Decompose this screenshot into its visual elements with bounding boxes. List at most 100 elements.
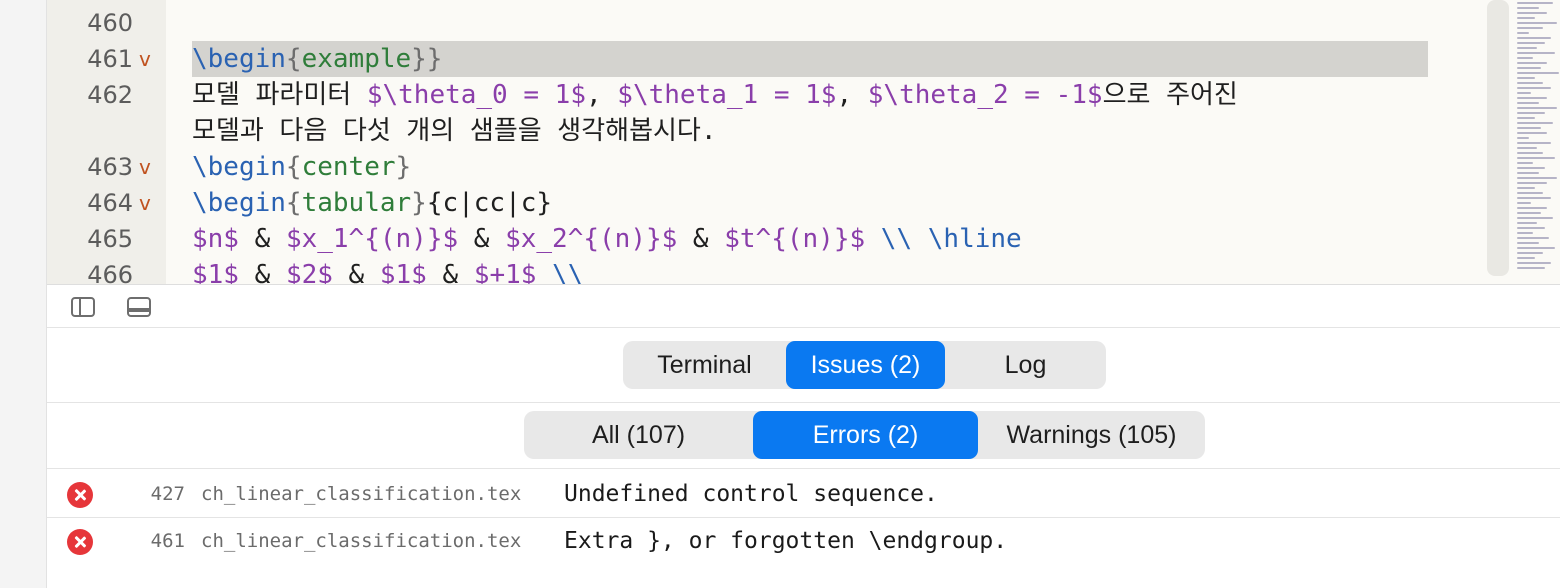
code-editor[interactable]: 460 461 v 462 463 v 464 v 465 466 \begin{example}… (47, 0, 1560, 284)
line-number: 460 (87, 9, 133, 37)
line-number: 461 (87, 45, 133, 73)
issue-line-number: 427 (150, 483, 185, 505)
code-token: {c|cc|c} (426, 188, 553, 218)
panel-tab-bar: Terminal Issues (2) Log (47, 328, 1560, 403)
minimap-line (1517, 2, 1553, 4)
minimap-line (1517, 182, 1547, 184)
minimap-line (1517, 172, 1539, 174)
minimap-line (1517, 237, 1549, 239)
minimap-line (1517, 252, 1543, 254)
minimap-line (1517, 142, 1551, 144)
minimap-line (1517, 112, 1545, 114)
minimap[interactable] (1487, 0, 1560, 284)
panel-toolbar (47, 284, 1560, 328)
minimap-line (1517, 147, 1537, 149)
minimap-line (1517, 202, 1531, 204)
code-token: $1$ (192, 260, 239, 284)
toggle-sidebar-icon[interactable] (71, 297, 95, 317)
minimap-line (1517, 72, 1559, 74)
error-icon (67, 482, 93, 508)
minimap-line (1517, 257, 1535, 259)
editor-scrollbar[interactable] (1487, 0, 1509, 276)
code-token: } (395, 152, 412, 182)
issue-filter-bar: All (107) Errors (2) Warnings (105) (47, 403, 1560, 469)
code-line-text: 모델 파라미터 $\theta_0 = 1$, $\theta_1 = 1$, … (192, 77, 1238, 113)
code-token: }} (411, 44, 443, 74)
code-token: & (458, 224, 506, 254)
minimap-line (1517, 82, 1543, 84)
code-line-text: \begin{tabular}{c|cc|c} (192, 185, 552, 221)
minimap-line (1517, 87, 1551, 89)
filter-errors[interactable]: Errors (2) (753, 411, 978, 459)
code-token: , (836, 80, 868, 110)
code-token: \\ \hline (880, 224, 1022, 254)
current-line[interactable]: \begin{example}} (192, 41, 1428, 77)
code-token: 모델 파라미터 (192, 80, 367, 110)
minimap-line (1517, 177, 1557, 179)
minimap-line (1517, 12, 1547, 14)
code-token: $x_1^{(n)}$ (285, 224, 459, 254)
code-token: 으로 주어진 (1102, 80, 1238, 110)
code-line[interactable]: $n$ & $x_1^{(n)}$ & $x_2^{(n)}$ & $t^{(n… (166, 221, 1456, 257)
minimap-line (1517, 212, 1541, 214)
filter-warnings[interactable]: Warnings (105) (978, 411, 1205, 459)
tab-log[interactable]: Log (945, 341, 1106, 389)
code-area[interactable]: \begin{example}} 모델 파라미터 $\theta_0 = 1$, … (166, 0, 1456, 284)
minimap-line (1517, 132, 1547, 134)
code-token: $t^{(n)}$ (724, 224, 866, 254)
code-line-text: $1$ & $2$ & $1$ & $+1$ \\ (192, 257, 583, 284)
code-token: \begin (192, 152, 286, 182)
issue-message: Undefined control sequence. (564, 481, 938, 507)
minimap-line (1517, 17, 1535, 19)
code-token: & (238, 224, 286, 254)
code-line-text: \begin{example}} (192, 41, 442, 77)
minimap-line (1517, 197, 1551, 199)
minimap-line (1517, 262, 1551, 264)
issue-line-number: 461 (150, 530, 185, 552)
minimap-line (1517, 247, 1555, 249)
code-token: { (285, 152, 302, 182)
code-token: $\theta_2 = -1$ (867, 80, 1103, 110)
minimap-line (1517, 217, 1553, 219)
code-token: $2$ (285, 260, 333, 284)
minimap-line (1517, 22, 1557, 24)
minimap-line (1517, 92, 1531, 94)
minimap-line (1517, 267, 1545, 269)
minimap-line (1517, 157, 1555, 159)
minimap-line (1517, 37, 1551, 39)
minimap-line (1517, 32, 1529, 34)
code-line[interactable] (166, 5, 1456, 41)
minimap-line (1517, 207, 1547, 209)
error-icon (67, 529, 93, 555)
issue-row[interactable]: 427 ch_linear_classification.tex Undefin… (47, 471, 1560, 518)
code-line[interactable]: $1$ & $2$ & $1$ & $+1$ \\ (166, 257, 1456, 284)
code-line[interactable]: \begin{tabular}{c|cc|c} (166, 185, 1456, 221)
issue-file-name: ch_linear_classification.tex (201, 530, 522, 552)
code-line[interactable]: \begin{center} (166, 149, 1456, 185)
fold-chevron-icon[interactable]: v (139, 149, 151, 185)
code-line-text: $n$ & $x_1^{(n)}$ & $x_2^{(n)}$ & $t^{(n… (192, 221, 1022, 257)
line-number: 463 (87, 153, 133, 181)
fold-chevron-icon[interactable]: v (139, 185, 151, 221)
code-token: $\theta_1 = 1$ (617, 80, 837, 110)
code-token: center (301, 152, 396, 182)
filter-segmented-control: All (107) Errors (2) Warnings (105) (524, 411, 1205, 459)
code-token: , (585, 80, 618, 110)
tab-issues[interactable]: Issues (2) (786, 341, 945, 389)
issue-row[interactable]: 461 ch_linear_classification.tex Extra }… (47, 518, 1560, 565)
minimap-line (1517, 67, 1541, 69)
minimap-line (1517, 187, 1535, 189)
minimap-line (1517, 77, 1535, 79)
filter-all[interactable]: All (107) (524, 411, 753, 459)
issues-list: 427 ch_linear_classification.tex Undefin… (47, 470, 1560, 588)
fold-chevron-icon[interactable]: v (139, 41, 151, 77)
minimap-line (1517, 97, 1547, 99)
toggle-bottom-panel-icon[interactable] (127, 297, 151, 317)
code-line[interactable]: 모델과 다음 다섯 개의 샘플을 생각해봅시다. (166, 113, 1456, 149)
minimap-line (1517, 122, 1553, 124)
minimap-line (1517, 162, 1533, 164)
code-line[interactable]: 모델 파라미터 $\theta_0 = 1$, $\theta_1 = 1$, … (166, 77, 1456, 113)
tab-terminal[interactable]: Terminal (623, 341, 786, 389)
minimap-line (1517, 102, 1539, 104)
